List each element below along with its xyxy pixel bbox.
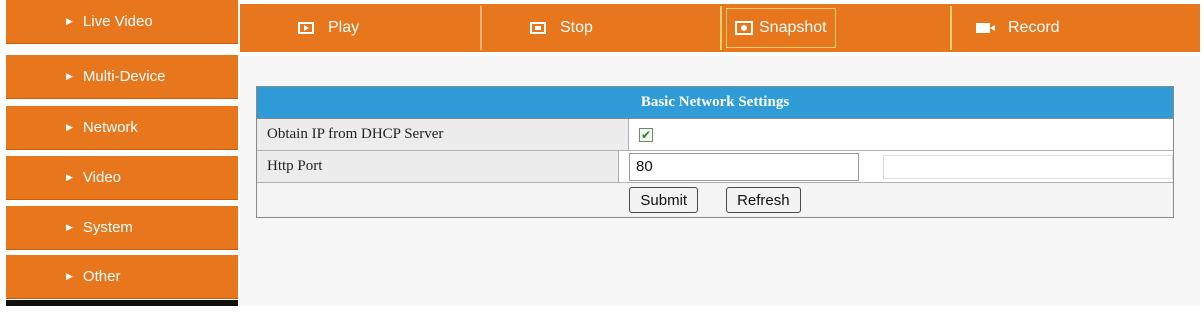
http-port-input[interactable]: 80	[629, 152, 859, 181]
dhcp-value-cell: ✔	[629, 119, 1173, 150]
sidebar-item-label: System	[82, 219, 133, 236]
triangle-right-icon: ▶	[66, 172, 73, 182]
toolbar-divider	[950, 6, 952, 50]
sidebar-item-video[interactable]: ▶ Video	[6, 156, 238, 200]
sidebar-item-other[interactable]: ▶ Other	[6, 255, 238, 299]
sidebar: ▶ Live Video ▶ Multi-Device ▶ Network ▶ …	[6, 0, 238, 306]
video-camera-icon	[976, 23, 995, 33]
sidebar-item-system[interactable]: ▶ System	[6, 206, 238, 250]
empty-field	[883, 154, 1173, 179]
sidebar-item-label: Other	[82, 268, 121, 285]
triangle-right-icon: ▶	[66, 16, 73, 26]
record-button[interactable]: Record	[976, 4, 1060, 52]
sidebar-bottom-bar	[6, 300, 238, 306]
toolbar: Play Stop Snapshot Record	[240, 4, 1200, 52]
triangle-right-icon: ▶	[66, 271, 73, 281]
camera-icon	[735, 21, 753, 35]
dhcp-row: Obtain IP from DHCP Server ✔	[257, 119, 1173, 151]
content-panel: Basic Network Settings Obtain IP from DH…	[240, 56, 1200, 306]
toolbar-divider	[720, 6, 722, 50]
snapshot-label: Snapshot	[759, 19, 827, 36]
sidebar-item-label: Live Video	[82, 13, 153, 30]
stop-button[interactable]: Stop	[530, 4, 593, 52]
triangle-right-icon: ▶	[66, 222, 73, 232]
dhcp-label: Obtain IP from DHCP Server	[257, 119, 629, 150]
table-title: Basic Network Settings	[257, 87, 1173, 119]
snapshot-button[interactable]: Snapshot	[726, 4, 836, 52]
triangle-right-icon: ▶	[66, 122, 73, 132]
record-label: Record	[1008, 19, 1060, 36]
dhcp-checkbox[interactable]: ✔	[639, 127, 653, 142]
stop-label: Stop	[560, 19, 593, 36]
toolbar-divider	[480, 6, 482, 50]
play-label: Play	[328, 19, 360, 36]
http-port-label: Http Port	[257, 151, 619, 182]
http-port-value-cell: 80	[619, 151, 1173, 182]
sidebar-item-label: Multi-Device	[82, 68, 166, 85]
play-icon	[298, 22, 314, 34]
stop-icon	[530, 22, 546, 34]
basic-network-settings-table: Basic Network Settings Obtain IP from DH…	[256, 86, 1174, 218]
sidebar-item-network[interactable]: ▶ Network	[6, 106, 238, 150]
http-port-row: Http Port 80	[257, 151, 1173, 183]
sidebar-item-label: Network	[82, 119, 138, 136]
sidebar-item-multi-device[interactable]: ▶ Multi-Device	[6, 55, 238, 99]
button-row: Submit Refresh	[257, 183, 1173, 217]
snapshot-box: Snapshot	[726, 8, 836, 48]
triangle-right-icon: ▶	[66, 71, 73, 81]
sidebar-item-label: Video	[82, 169, 122, 186]
submit-button[interactable]: Submit	[629, 187, 699, 213]
refresh-button[interactable]: Refresh	[726, 187, 801, 213]
play-button[interactable]: Play	[298, 4, 359, 52]
sidebar-item-live-video[interactable]: ▶ Live Video	[6, 0, 238, 44]
